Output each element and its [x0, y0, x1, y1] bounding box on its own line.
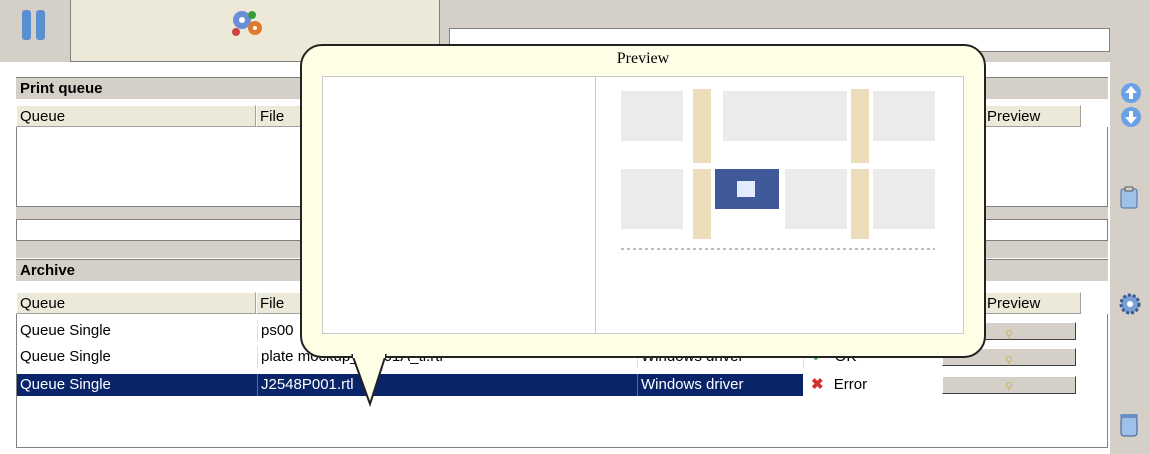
error-x-icon: ✖	[811, 376, 824, 393]
row-queue: Queue Single	[20, 322, 111, 339]
trash-icon[interactable]	[1118, 412, 1144, 438]
popup-pointer	[351, 354, 387, 408]
clipboard-icon[interactable]	[1118, 186, 1144, 212]
gear-logo-icon	[228, 6, 268, 42]
arrow-down-icon[interactable]	[1120, 106, 1146, 132]
magnifier-icon: ⚲	[1004, 329, 1014, 341]
preview-image	[322, 76, 964, 340]
row-driver: Windows driver	[637, 374, 803, 396]
arrow-up-icon[interactable]	[1120, 82, 1146, 108]
preview-popup-title: Preview	[616, 50, 670, 67]
magnifier-icon: ⚲	[1004, 381, 1014, 393]
settings-gear-icon[interactable]	[1118, 292, 1144, 318]
print-queue-col-preview[interactable]: Preview	[983, 105, 1081, 127]
table-row-selected[interactable]: Queue Single J2548P001.rtl Windows drive…	[17, 374, 803, 396]
page-thumbnail	[533, 89, 935, 340]
row-status: ✖ Error	[803, 374, 941, 396]
row-queue: Queue Single	[20, 348, 111, 365]
right-toolbar	[1110, 62, 1150, 454]
pause-icon[interactable]	[22, 10, 48, 40]
row-file: J2548P001.rtl	[257, 374, 637, 396]
preview-button[interactable]: ⚲	[942, 376, 1076, 394]
row-queue: Queue Single	[20, 376, 111, 393]
archive-col-preview[interactable]: Preview	[983, 292, 1081, 314]
preview-page-divider	[595, 76, 596, 334]
magnifier-icon: ⚲	[1004, 355, 1014, 367]
print-queue-col-queue[interactable]: Queue	[16, 105, 256, 127]
archive-col-queue[interactable]: Queue	[16, 292, 256, 314]
status-text: Error	[833, 376, 868, 393]
